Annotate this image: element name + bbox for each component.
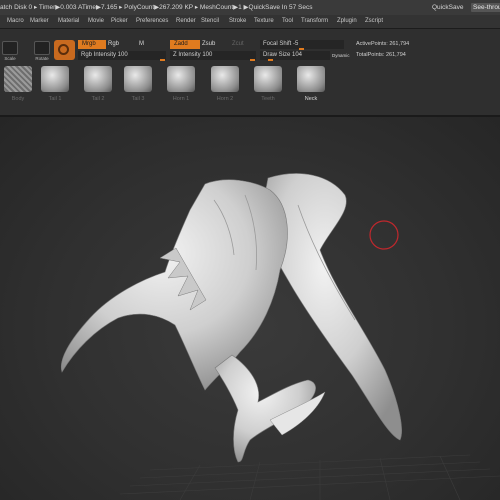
subtool-label-neck: Neck	[304, 96, 318, 102]
focal-shift-slider[interactable]: Focal Shift -5	[260, 40, 344, 50]
zcut-button[interactable]: Zcut	[228, 40, 248, 49]
dynamic-button[interactable]: Dynamic	[330, 51, 352, 60]
menu-picker[interactable]: Picker	[111, 15, 128, 28]
menu-movie[interactable]: Movie	[88, 15, 104, 28]
brush-cursor	[369, 220, 399, 250]
z-intensity-label: Z Intensity 100	[173, 52, 213, 58]
menu-bar: Macro Marker Material Movie Picker Prefe…	[0, 15, 500, 29]
z-intensity-knob	[250, 59, 255, 61]
m-button[interactable]: M	[135, 40, 148, 49]
canvas-viewport[interactable]	[0, 117, 500, 500]
menu-macro[interactable]: Macro	[7, 15, 24, 28]
top-shelf: Scale Rotate	[0, 29, 500, 116]
brush-selector-button[interactable]	[54, 40, 75, 60]
quicksave-button[interactable]: QuickSave	[432, 0, 463, 15]
subtool-label-tail-3: Tail 3	[131, 96, 145, 102]
draw-size-label: Draw Size 104	[263, 52, 303, 58]
menu-texture[interactable]: Texture	[254, 15, 274, 28]
status-readout: atch Disk 0 ▸ Timer▶0.003 ATime▶7.165 ▸ …	[0, 4, 313, 11]
draw-size-slider[interactable]: Draw Size 104	[260, 51, 330, 61]
menu-preferences[interactable]: Preferences	[136, 15, 168, 28]
rgb-intensity-knob	[160, 59, 165, 61]
zsub-button[interactable]: Zsub	[198, 40, 219, 49]
menu-zscript[interactable]: Zscript	[365, 15, 383, 28]
subtool-thumb-horn-1[interactable]	[167, 66, 195, 92]
scale-icon	[2, 41, 18, 55]
rgb-button[interactable]: Rgb	[104, 40, 123, 49]
subtool-label-teeth: Teeth	[261, 96, 275, 102]
menu-render[interactable]: Render	[176, 15, 196, 28]
subtool-label-horn-2: Horn 2	[216, 96, 234, 102]
focal-shift-label: Focal Shift -5	[263, 41, 299, 47]
active-points: ActivePoints: 261,794	[356, 41, 410, 47]
mrgb-button[interactable]: Mrgb	[78, 40, 106, 49]
title-bar: atch Disk 0 ▸ Timer▶0.003 ATime▶7.165 ▸ …	[0, 0, 500, 16]
menu-transform[interactable]: Transform	[301, 15, 328, 28]
sculpt-model	[60, 173, 402, 463]
rotate-label: Rotate	[35, 56, 49, 61]
zadd-button[interactable]: Zadd	[170, 40, 200, 49]
subtool-thumb-tail-2[interactable]	[84, 66, 112, 92]
focal-shift-knob	[299, 48, 304, 50]
floor-grid	[119, 454, 500, 500]
subtool-thumb-body[interactable]	[4, 66, 32, 92]
model-body	[60, 179, 288, 391]
menu-marker[interactable]: Marker	[30, 15, 49, 28]
menu-material[interactable]: Material	[58, 15, 79, 28]
rgb-intensity-label: Rgb Intensity 100	[81, 52, 128, 58]
subtool-thumb-teeth[interactable]	[254, 66, 282, 92]
subtool-thumb-neck[interactable]	[297, 66, 325, 92]
total-points: TotalPoints: 261,794	[356, 52, 406, 58]
scale-tool[interactable]: Scale	[2, 41, 18, 61]
subtool-label-tail-2: Tail 2	[91, 96, 105, 102]
subtool-thumb-tail-3[interactable]	[124, 66, 152, 92]
subtool-thumb-horn-2[interactable]	[211, 66, 239, 92]
menu-stroke[interactable]: Stroke	[229, 15, 246, 28]
subtool-label-tail-1: Tail 1	[48, 96, 62, 102]
scale-label: Scale	[4, 56, 16, 61]
subtool-label-body: Body	[11, 96, 25, 102]
draw-size-knob	[268, 59, 273, 61]
z-intensity-slider[interactable]: Z Intensity 100	[170, 51, 256, 61]
menu-zplugin[interactable]: Zplugin	[337, 15, 357, 28]
rgb-intensity-slider[interactable]: Rgb Intensity 100	[78, 51, 166, 61]
rotate-tool[interactable]: Rotate	[34, 41, 50, 61]
subtool-thumb-tail-1[interactable]	[41, 66, 69, 92]
see-through-slider[interactable]: See-throu	[471, 3, 500, 12]
menu-stencil[interactable]: Stencil	[201, 15, 219, 28]
menu-tool[interactable]: Tool	[282, 15, 293, 28]
viewport-scene	[60, 173, 500, 500]
rotate-icon	[34, 41, 50, 55]
subtool-label-horn-1: Horn 1	[172, 96, 190, 102]
